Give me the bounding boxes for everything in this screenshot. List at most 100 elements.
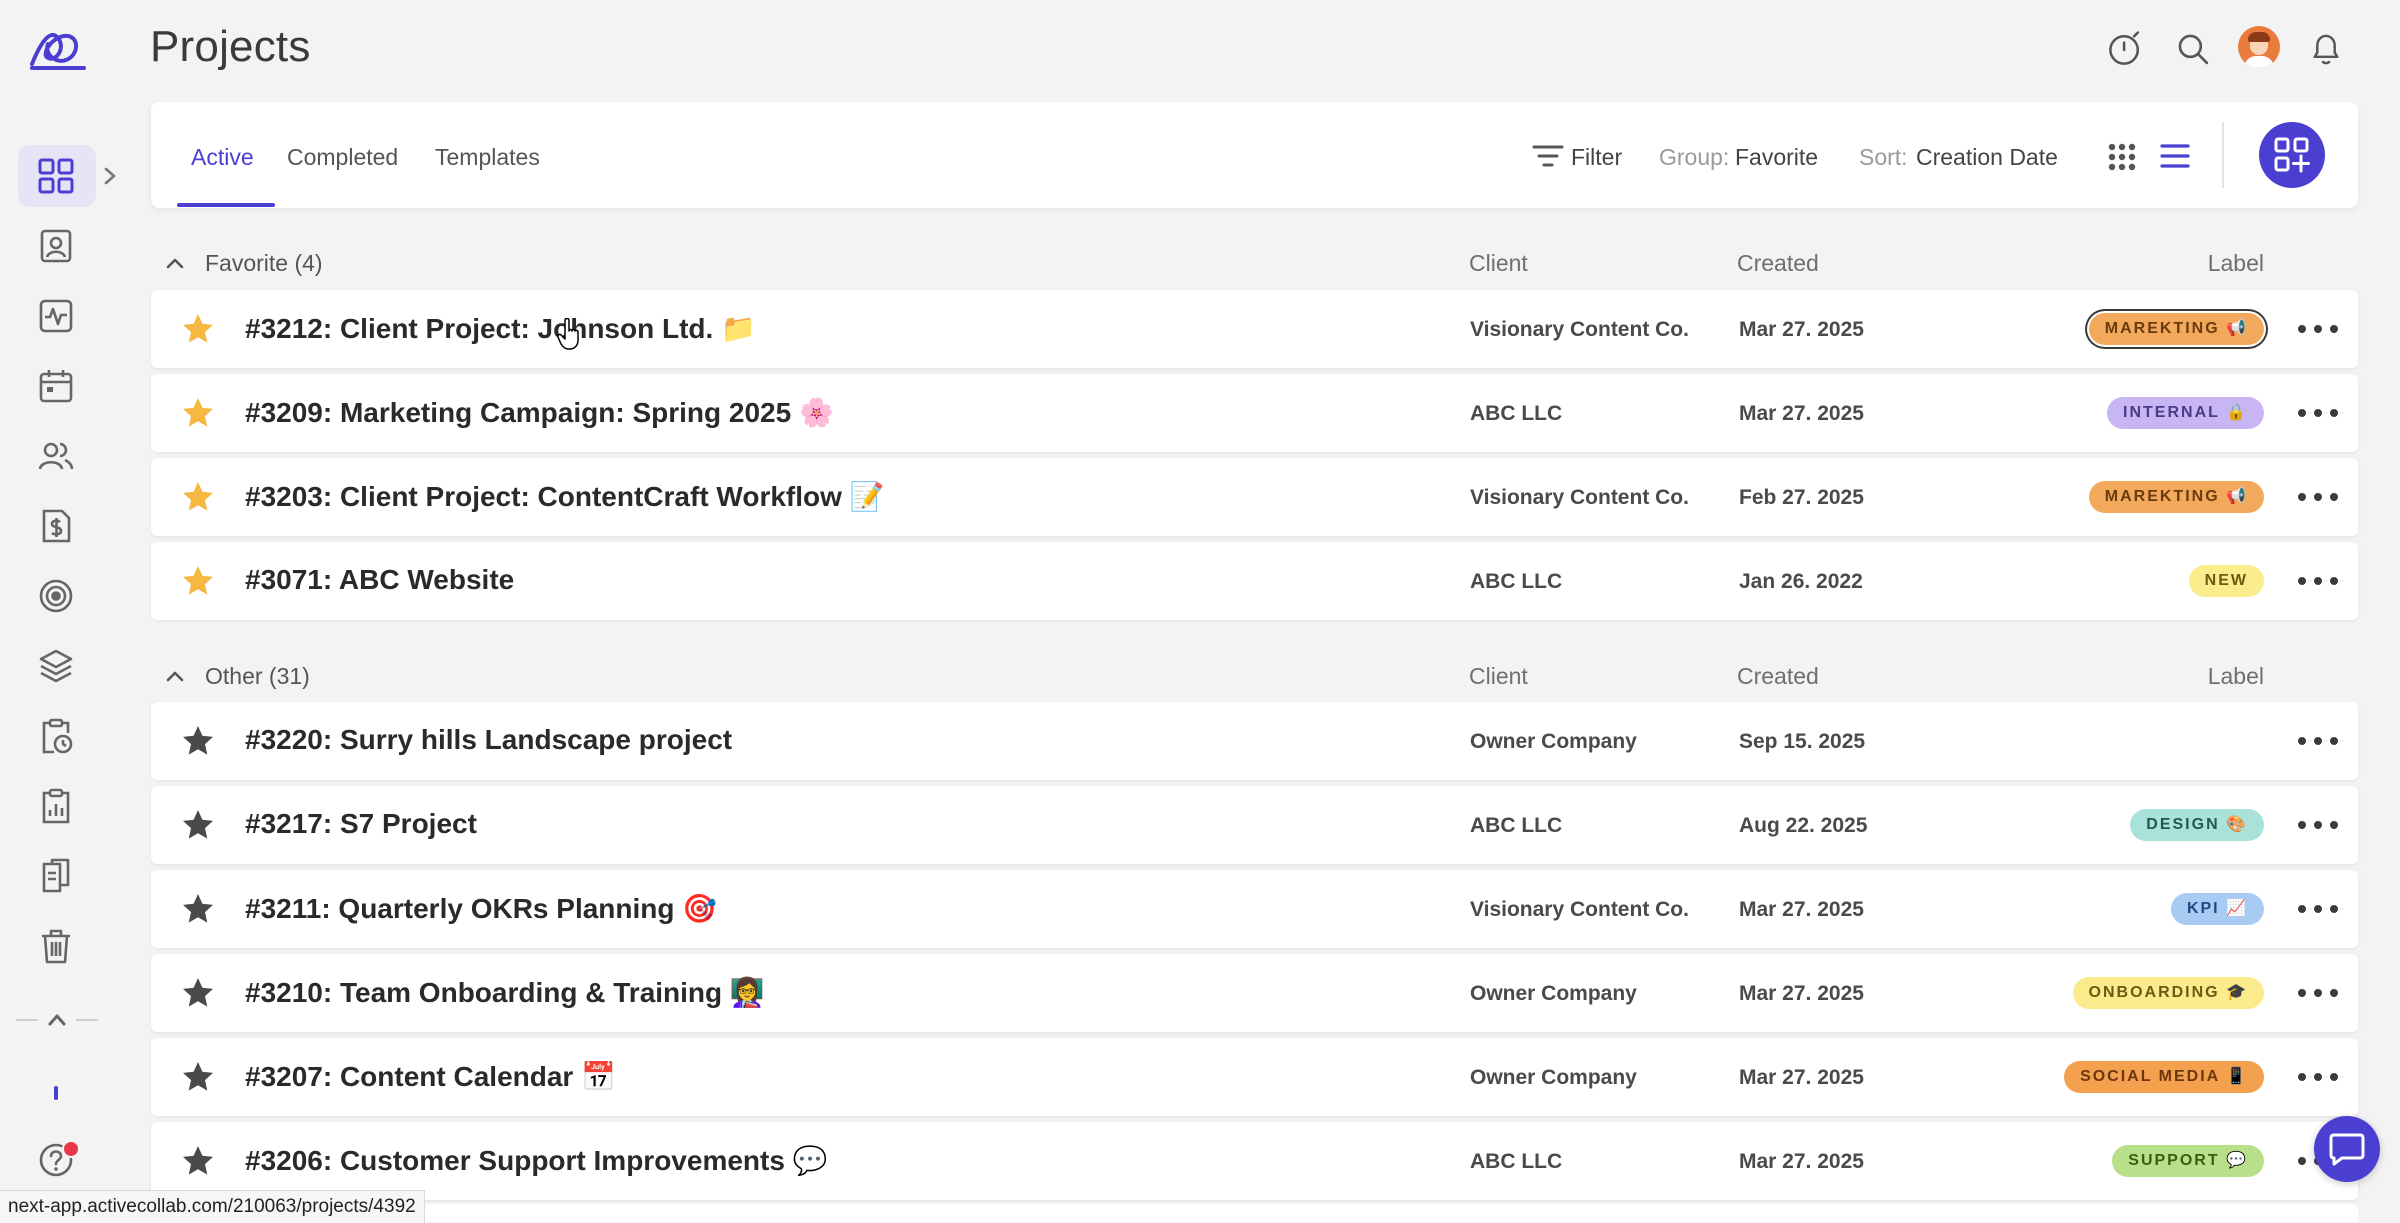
project-row[interactable]: #3207: Content Calendar 📅 Owner Company Ma…: [151, 1038, 2358, 1116]
sidebar-item-people[interactable]: [36, 226, 76, 266]
project-name[interactable]: #3212: Client Project: Johnson Ltd. 📁: [245, 312, 756, 345]
project-name[interactable]: #3220: Surry hills Landscape project: [245, 724, 732, 756]
more-options-icon[interactable]: [2298, 312, 2338, 346]
project-row[interactable]: #3071: ABC Website ABC LLC Jan 26. 2022 NEW: [151, 542, 2358, 620]
project-label-badge[interactable]: MAREKTING 📢: [2088, 481, 2264, 513]
project-label-badge[interactable]: DESIGN 🎨: [2130, 809, 2264, 841]
bell-icon: [2313, 34, 2339, 65]
project-client: Visionary Content Co.: [1470, 898, 1689, 921]
star-icon[interactable]: [181, 1060, 215, 1094]
tab-active[interactable]: Active: [191, 144, 254, 171]
project-row[interactable]: #3220: Surry hills Landscape project Owne…: [151, 702, 2358, 780]
star-icon[interactable]: [181, 976, 215, 1010]
search-button[interactable]: [2170, 26, 2216, 72]
notifications-button[interactable]: [2303, 26, 2349, 72]
project-label-badge[interactable]: ONBOARDING 🎓: [2072, 977, 2264, 1009]
more-options-icon[interactable]: [2298, 480, 2338, 514]
more-options-icon[interactable]: [2298, 892, 2338, 926]
project-created-date: Aug 22. 2025: [1739, 814, 1868, 837]
project-created-date: Mar 27. 2025: [1739, 402, 1864, 425]
grid-view-button[interactable]: [2107, 142, 2137, 177]
project-row[interactable]: #3206: Customer Support Improvements 💬 AB…: [151, 1122, 2358, 1200]
project-row[interactable]: #3211: Quarterly OKRs Planning 🎯 Visionar…: [151, 870, 2358, 948]
project-label-badge[interactable]: SOCIAL MEDIA 📱: [2064, 1061, 2264, 1093]
tab-completed[interactable]: Completed: [287, 144, 398, 171]
sidebar-item-documents[interactable]: [36, 856, 76, 896]
project-name[interactable]: #3211: Quarterly OKRs Planning 🎯: [245, 892, 717, 925]
projects-toolbar: Active Completed Templates Filter Group:…: [151, 102, 2358, 208]
sidebar: [0, 0, 116, 1222]
more-options-icon[interactable]: [2298, 396, 2338, 430]
add-project-button[interactable]: [2259, 122, 2325, 188]
group-header-other[interactable]: Other (31) Client Created Label: [151, 657, 2358, 697]
more-options-icon[interactable]: [2298, 724, 2338, 758]
more-options-icon[interactable]: [2298, 564, 2338, 598]
tab-templates[interactable]: Templates: [435, 144, 540, 171]
project-label-badge[interactable]: SUPPORT 💬: [2112, 1145, 2264, 1177]
column-header-created[interactable]: Created: [1737, 250, 1819, 277]
sidebar-collapse-chevron-icon[interactable]: [14, 1000, 100, 1040]
sidebar-item-goals[interactable]: [36, 576, 76, 616]
sidebar-item-projects[interactable]: [36, 156, 76, 196]
project-label-badge[interactable]: NEW: [2188, 565, 2264, 597]
project-created-date: Mar 27. 2025: [1739, 898, 1864, 921]
group-select[interactable]: Favorite: [1735, 144, 1818, 171]
filter-button[interactable]: [1531, 142, 1565, 175]
more-options-icon[interactable]: [2298, 1060, 2338, 1094]
sidebar-item-layers[interactable]: [36, 646, 76, 686]
sidebar-item-trash[interactable]: [36, 926, 76, 966]
group-prefix: Group:: [1659, 144, 1730, 170]
star-icon[interactable]: [181, 724, 215, 758]
star-icon[interactable]: [181, 892, 215, 926]
project-row[interactable]: #3209: Marketing Campaign: Spring 2025 🌸…: [151, 374, 2358, 452]
sidebar-expand-chevron-icon[interactable]: [100, 164, 120, 188]
sort-select[interactable]: Creation Date: [1916, 144, 2058, 171]
star-icon[interactable]: [181, 396, 215, 430]
project-name[interactable]: #3206: Customer Support Improvements 💬: [245, 1144, 828, 1177]
app-logo-icon[interactable]: [26, 24, 90, 76]
sidebar-item-reports[interactable]: [36, 786, 76, 826]
timer-button[interactable]: [2102, 26, 2148, 72]
project-row[interactable]: #3217: S7 Project ABC LLC Aug 22. 2025 DESI…: [151, 786, 2358, 864]
more-options-icon[interactable]: [2298, 976, 2338, 1010]
project-row[interactable]: #3210: Team Onboarding & Training 👩‍🏫 Own…: [151, 954, 2358, 1032]
column-header-client[interactable]: Client: [1469, 663, 1528, 690]
next-row-peek: [151, 1204, 2358, 1222]
project-name[interactable]: #3071: ABC Website: [245, 564, 514, 596]
project-client: Owner Company: [1470, 730, 1637, 753]
column-header-client[interactable]: Client: [1469, 250, 1528, 277]
avatar[interactable]: [2238, 26, 2280, 68]
sidebar-item-calendar[interactable]: [36, 366, 76, 406]
search-icon: [2178, 34, 2209, 65]
project-name[interactable]: #3217: S7 Project: [245, 808, 477, 840]
star-icon[interactable]: [181, 312, 215, 346]
status-bar-url: next-app.activecollab.com/210063/project…: [0, 1190, 425, 1223]
more-options-icon[interactable]: [2298, 808, 2338, 842]
column-header-label[interactable]: Label: [2208, 663, 2264, 690]
project-row[interactable]: #3203: Client Project: ContentCraft Work…: [151, 458, 2358, 536]
project-name[interactable]: #3210: Team Onboarding & Training 👩‍🏫: [245, 976, 765, 1009]
star-icon[interactable]: [181, 564, 215, 598]
project-created-date: Sep 15. 2025: [1739, 730, 1866, 753]
project-name[interactable]: #3203: Client Project: ContentCraft Work…: [245, 480, 885, 513]
column-header-label[interactable]: Label: [2208, 250, 2264, 277]
chat-button[interactable]: [2314, 1116, 2380, 1182]
sidebar-item-time[interactable]: [36, 716, 76, 756]
project-label-badge[interactable]: INTERNAL 🔒: [2107, 397, 2264, 429]
star-icon[interactable]: [181, 1144, 215, 1178]
project-row[interactable]: #3212: Client Project: Johnson Ltd. 📁 Vis…: [151, 290, 2358, 368]
project-name[interactable]: #3209: Marketing Campaign: Spring 2025 🌸: [245, 396, 834, 429]
sidebar-item-team[interactable]: [36, 436, 76, 476]
sidebar-item-invoices[interactable]: [36, 506, 76, 546]
star-icon[interactable]: [181, 480, 215, 514]
list-view-button[interactable]: [2159, 142, 2191, 175]
project-name[interactable]: #3207: Content Calendar 📅: [245, 1060, 616, 1093]
trash-icon: [42, 929, 70, 964]
project-label-badge[interactable]: KPI 📈: [2170, 893, 2264, 925]
project-label-badge[interactable]: MAREKTING 📢: [2088, 313, 2264, 345]
group-header-favorite[interactable]: Favorite (4) Client Created Label: [151, 244, 2358, 284]
sidebar-item-activity[interactable]: [36, 296, 76, 336]
filter-label[interactable]: Filter: [1571, 144, 1622, 171]
star-icon[interactable]: [181, 808, 215, 842]
column-header-created[interactable]: Created: [1737, 663, 1819, 690]
